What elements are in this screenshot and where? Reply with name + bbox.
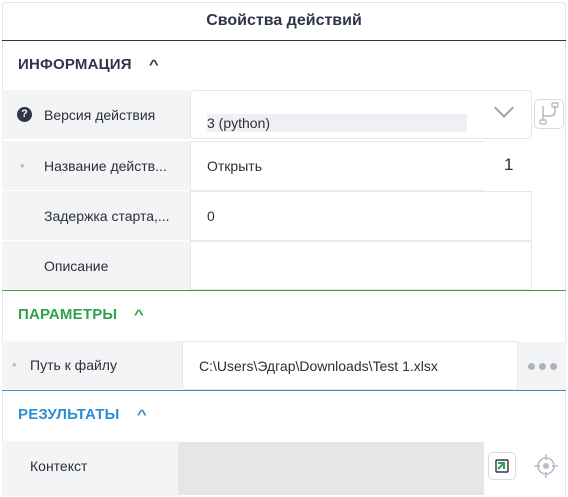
delay-input[interactable]: 0 — [190, 191, 532, 241]
context-label-cell — [2, 441, 178, 497]
collapse-chevron-icon[interactable]: ^ — [149, 57, 159, 72]
section-results-header[interactable]: РЕЗУЛЬТАТЫ ^ — [2, 390, 566, 438]
more-dots-icon — [538, 362, 546, 370]
more-dots-icon — [549, 362, 557, 370]
browse-more-button[interactable] — [518, 342, 566, 390]
required-marker: * — [12, 360, 17, 374]
context-value-field[interactable] — [178, 442, 484, 495]
collapse-chevron-icon[interactable]: ^ — [136, 407, 146, 422]
branch-icon — [539, 102, 559, 125]
description-input[interactable] — [190, 241, 532, 290]
pick-target-button[interactable] — [532, 452, 560, 480]
path-label: Путь к файлу — [30, 357, 117, 373]
branch-button[interactable] — [534, 99, 564, 129]
collapse-chevron-icon[interactable]: ^ — [134, 307, 144, 322]
context-label: Контекст — [30, 458, 88, 474]
section-params-title: ПАРАМЕТРЫ — [18, 306, 118, 323]
section-params-header[interactable]: ПАРАМЕТРЫ ^ — [2, 290, 566, 338]
section-results-title: РЕЗУЛЬТАТЫ — [18, 406, 120, 423]
version-select[interactable]: 3 (python) — [190, 90, 532, 139]
name-counter: 1 — [504, 155, 514, 174]
required-marker: * — [20, 161, 25, 175]
section-info-header[interactable]: ИНФОРМАЦИЯ ^ — [2, 40, 566, 88]
description-label: Описание — [44, 258, 109, 274]
question-circle-icon[interactable]: ? — [17, 107, 32, 122]
crosshair-icon — [534, 454, 558, 478]
name-row: * Название действ... Открыть 1 — [0, 141, 568, 191]
name-input[interactable]: Открыть — [190, 141, 484, 191]
path-row: * Путь к файлу C:\Users\Эдгар\Downloads\… — [0, 341, 568, 390]
insert-variable-button[interactable] — [488, 452, 516, 480]
name-label: Название действ... — [44, 158, 167, 174]
delay-row: Задержка старта,... 0 — [0, 191, 568, 241]
path-input[interactable]: C:\Users\Эдгар\Downloads\Test 1.xlsx — [182, 341, 518, 390]
version-label: Версия действия — [44, 107, 156, 123]
description-row: Описание — [0, 241, 568, 290]
delay-label: Задержка старта,... — [44, 208, 170, 224]
section-info-title: ИНФОРМАЦИЯ — [18, 55, 132, 73]
panel-title: Свойства действий — [2, 2, 566, 41]
chevron-down-icon — [494, 98, 514, 118]
version-select-value: 3 (python) — [207, 114, 467, 132]
insert-variable-icon — [495, 459, 509, 473]
more-dots-icon — [527, 362, 535, 370]
